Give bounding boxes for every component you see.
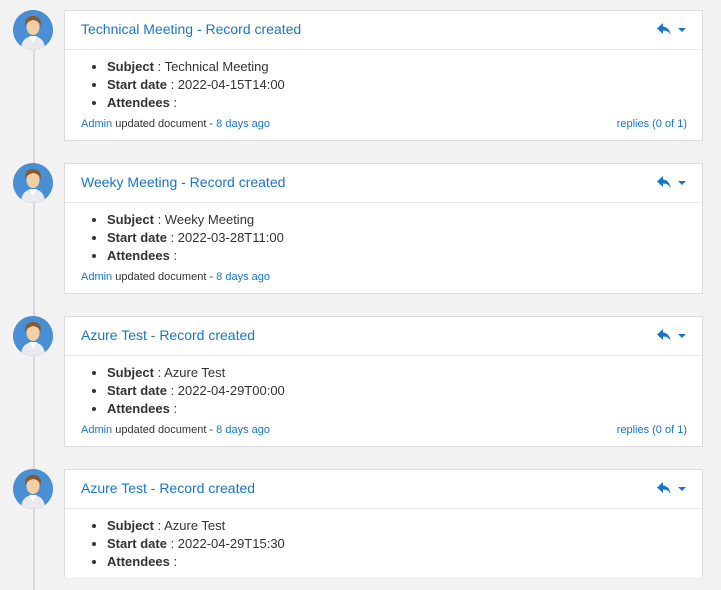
activity-card: Weeky Meeting - Record created Subject :…	[64, 163, 703, 294]
timestamp-link[interactable]: 8 days ago	[216, 118, 270, 130]
field-key: Attendees	[107, 248, 170, 263]
card-title-link[interactable]: Azure Test - Record created	[81, 327, 255, 343]
replies-link[interactable]: replies (0 of 1)	[617, 118, 687, 130]
reply-icon[interactable]	[657, 482, 671, 494]
list-item: Start date : 2022-04-29T15:30	[107, 535, 702, 553]
field-key: Subject	[107, 518, 154, 533]
card-body: Subject : Azure Test Start date : 2022-0…	[65, 356, 702, 448]
card-header: Weeky Meeting - Record created	[65, 164, 702, 203]
list-item: Subject : Azure Test	[107, 364, 702, 382]
card-actions	[656, 481, 690, 497]
user-avatar[interactable]	[13, 316, 53, 356]
list-item: Start date : 2022-03-28T11:00	[107, 229, 702, 247]
field-value: : 2022-04-29T15:30	[166, 536, 285, 551]
field-value: : Azure Test	[153, 518, 226, 533]
field-key: Attendees	[107, 554, 170, 569]
card-actions	[656, 175, 690, 191]
field-key: Start date	[107, 383, 167, 398]
action-text: updated document -	[112, 271, 217, 283]
field-value: :	[169, 248, 178, 263]
activity-card: Technical Meeting - Record created Subje…	[64, 10, 703, 141]
author-link[interactable]: Admin	[81, 271, 112, 283]
field-value: : Technical Meeting	[153, 59, 269, 74]
activity-meta: Admin updated document - 8 days ago	[81, 424, 270, 436]
field-key: Subject	[107, 59, 154, 74]
field-key: Subject	[107, 365, 154, 380]
list-item: Start date : 2022-04-29T00:00	[107, 382, 702, 400]
field-list: Subject : Azure Test Start date : 2022-0…	[81, 364, 702, 418]
field-value: : 2022-04-29T00:00	[166, 383, 285, 398]
author-link[interactable]: Admin	[81, 118, 112, 130]
field-key: Start date	[107, 536, 167, 551]
chevron-down-icon[interactable]	[678, 181, 686, 185]
author-link[interactable]: Admin	[81, 424, 112, 436]
field-value: : Weeky Meeting	[153, 212, 255, 227]
activity-meta: Admin updated document - 8 days ago	[81, 271, 270, 283]
field-list: Subject : Technical Meeting Start date :…	[81, 58, 702, 112]
field-list: Subject : Weeky Meeting Start date : 202…	[81, 211, 702, 265]
field-value: :	[169, 95, 178, 110]
chevron-down-icon[interactable]	[678, 334, 686, 338]
field-value: : 2022-03-28T11:00	[166, 230, 284, 245]
list-item: Attendees :	[107, 400, 702, 418]
list-item: Start date : 2022-04-15T14:00	[107, 76, 702, 94]
list-item: Subject : Weeky Meeting	[107, 211, 702, 229]
user-avatar[interactable]	[13, 469, 53, 509]
card-body: Subject : Weeky Meeting Start date : 202…	[65, 203, 702, 295]
timestamp-link[interactable]: 8 days ago	[216, 271, 270, 283]
replies-link[interactable]: replies (0 of 1)	[617, 424, 687, 436]
activity-card: Azure Test - Record created Subject : Az…	[64, 316, 703, 447]
activity-meta: Admin updated document - 8 days ago	[81, 118, 270, 130]
list-item: Attendees :	[107, 247, 702, 265]
chevron-down-icon[interactable]	[678, 487, 686, 491]
user-avatar[interactable]	[13, 163, 53, 203]
reply-icon[interactable]	[657, 23, 671, 35]
list-item: Attendees :	[107, 553, 702, 571]
card-header: Technical Meeting - Record created	[65, 11, 702, 50]
card-header: Azure Test - Record created	[65, 317, 702, 356]
timestamp-link[interactable]: 8 days ago	[216, 424, 270, 436]
field-key: Start date	[107, 230, 167, 245]
field-key: Start date	[107, 77, 167, 92]
user-avatar[interactable]	[13, 10, 53, 50]
field-value: : Azure Test	[153, 365, 226, 380]
field-list: Subject : Azure Test Start date : 2022-0…	[81, 517, 702, 571]
field-value: : 2022-04-15T14:00	[166, 77, 285, 92]
reply-icon[interactable]	[657, 329, 671, 341]
action-text: updated document -	[112, 424, 217, 436]
field-value: :	[169, 554, 178, 569]
card-header: Azure Test - Record created	[65, 470, 702, 509]
field-key: Attendees	[107, 95, 170, 110]
activity-card: Azure Test - Record created Subject : Az…	[64, 469, 703, 577]
list-item: Attendees :	[107, 94, 702, 112]
chevron-down-icon[interactable]	[678, 28, 686, 32]
card-body: Subject : Technical Meeting Start date :…	[65, 50, 702, 142]
list-item: Subject : Technical Meeting	[107, 58, 702, 76]
reply-icon[interactable]	[657, 176, 671, 188]
list-item: Subject : Azure Test	[107, 517, 702, 535]
card-title-link[interactable]: Weeky Meeting - Record created	[81, 174, 285, 190]
action-text: updated document -	[112, 118, 217, 130]
card-actions	[656, 22, 690, 38]
card-actions	[656, 328, 690, 344]
field-value: :	[169, 401, 178, 416]
card-body: Subject : Azure Test Start date : 2022-0…	[65, 509, 702, 578]
field-key: Subject	[107, 212, 154, 227]
card-title-link[interactable]: Azure Test - Record created	[81, 480, 255, 496]
field-key: Attendees	[107, 401, 170, 416]
card-title-link[interactable]: Technical Meeting - Record created	[81, 21, 301, 37]
